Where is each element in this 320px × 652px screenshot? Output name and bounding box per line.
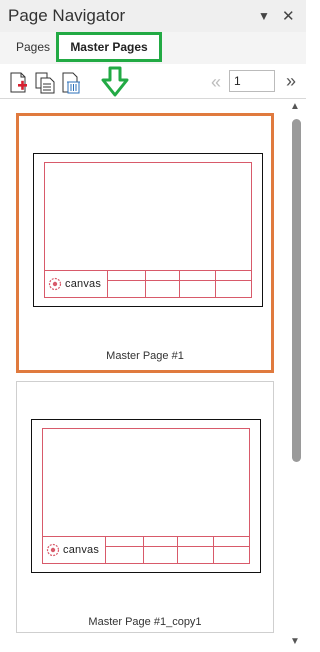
vertical-scrollbar-thumb[interactable] xyxy=(292,119,301,462)
previous-page-icon[interactable]: « xyxy=(211,72,221,93)
tab-pages[interactable]: Pages xyxy=(16,40,50,54)
drawing-border: canvas xyxy=(44,162,252,298)
duplicate-page-icon xyxy=(35,72,55,94)
thumbnail-list[interactable]: canvas Master Page #1 canvas Master Page… xyxy=(0,99,306,652)
panel-title: Page Navigator xyxy=(8,6,126,25)
scroll-down-icon[interactable]: ▼ xyxy=(290,636,300,647)
logo-text: canvas xyxy=(65,278,102,290)
add-page-button[interactable] xyxy=(8,72,30,94)
title-block-column xyxy=(179,271,180,297)
master-page-thumbnail-2[interactable]: canvas Master Page #1_copy1 xyxy=(16,381,274,633)
tab-master-pages-label: Master Pages xyxy=(70,40,148,54)
thumbnail-label: Master Page #1_copy1 xyxy=(88,616,202,628)
canvas-logo-icon xyxy=(46,543,60,557)
delete-page-icon xyxy=(62,72,80,94)
page-preview: canvas xyxy=(31,419,261,573)
logo-cell: canvas xyxy=(45,271,108,297)
page-number-input[interactable] xyxy=(229,70,275,92)
tab-master-pages[interactable]: Master Pages xyxy=(56,32,162,62)
drawing-border: canvas xyxy=(42,428,250,564)
scroll-up-icon[interactable]: ▲ xyxy=(290,101,300,112)
tab-bar: Pages Master Pages xyxy=(0,32,306,64)
logo-cell: canvas xyxy=(43,537,106,563)
logo-text: canvas xyxy=(63,544,100,556)
title-block: canvas xyxy=(43,536,249,563)
add-page-icon xyxy=(10,72,27,93)
page-toolbar: « » xyxy=(0,66,306,99)
duplicate-page-button[interactable] xyxy=(34,72,56,94)
down-arrow-indicator-icon xyxy=(101,66,129,97)
panel-titlebar: Page Navigator ▼ ✕ xyxy=(0,0,306,32)
thumbnail-label: Master Page #1 xyxy=(106,350,184,362)
title-block-column xyxy=(215,271,216,297)
title-block-column xyxy=(145,271,146,297)
canvas-logo-icon xyxy=(48,277,62,291)
title-block-column xyxy=(177,537,178,563)
delete-page-button[interactable] xyxy=(60,72,82,94)
title-block-column xyxy=(213,537,214,563)
page-preview: canvas xyxy=(33,153,263,307)
title-block-column xyxy=(143,537,144,563)
title-block: canvas xyxy=(45,270,251,297)
panel-menu-dropdown-icon[interactable]: ▼ xyxy=(258,9,270,23)
master-page-thumbnail-1[interactable]: canvas Master Page #1 xyxy=(16,113,274,373)
close-icon[interactable]: ✕ xyxy=(282,7,295,25)
next-page-icon[interactable]: » xyxy=(286,71,296,92)
